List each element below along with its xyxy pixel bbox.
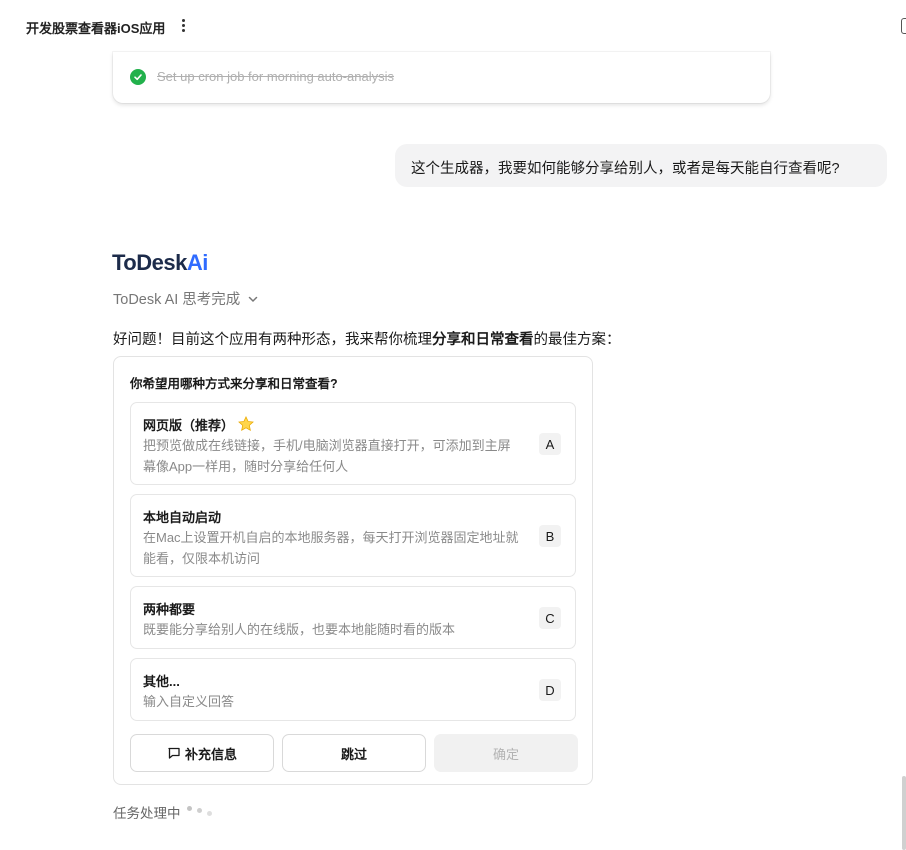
option-title: 其他... — [143, 674, 180, 689]
option-description: 既要能分享给别人的在线版，也要本地能随时看的版本 — [143, 622, 456, 637]
task-status: 任务处理中 — [113, 802, 217, 822]
confirm-button[interactable]: 确定 — [434, 734, 578, 772]
question-title: 你希望用哪种方式来分享和日常查看? — [130, 377, 338, 391]
brand-main-text: ToDesk — [112, 250, 187, 275]
check-circle-icon — [130, 69, 146, 85]
user-message-bubble: 这个生成器，我要如何能够分享给别人，或者是每天能自行查看呢? — [395, 144, 887, 187]
top-bar: 开发股票查看器iOS应用 — [0, 0, 906, 52]
assistant-brand-logo: ToDeskAi — [112, 250, 208, 276]
intro-bold: 分享和日常查看 — [432, 332, 534, 348]
option-letter-badge: D — [539, 679, 561, 701]
completed-task-card: Set up cron job for morning auto-analysi… — [113, 52, 770, 103]
option-d[interactable]: 其他... 输入自定义回答 D — [130, 658, 576, 721]
chat-bubble-icon — [168, 747, 180, 759]
loading-dots-icon — [186, 805, 217, 819]
option-b[interactable]: 本地自动启动 在Mac上设置开机自启的本地服务器，每天打开浏览器固定地址就能看，… — [130, 494, 576, 577]
more-options-icon[interactable] — [178, 18, 188, 34]
conversation-title: 开发股票查看器iOS应用 — [26, 21, 166, 36]
skip-button[interactable]: 跳过 — [282, 734, 426, 772]
chevron-down-icon — [249, 296, 258, 302]
completed-task-text: Set up cron job for morning auto-analysi… — [157, 69, 395, 84]
think-status-label: ToDesk AI 思考完成 — [113, 292, 241, 308]
supplement-info-button[interactable]: 补充信息 — [130, 734, 274, 772]
think-status-toggle[interactable]: ToDesk AI 思考完成 — [113, 288, 258, 309]
option-title: 本地自动启动 — [143, 510, 222, 525]
scrollbar[interactable] — [902, 776, 906, 850]
task-status-label: 任务处理中 — [113, 806, 181, 821]
app-window: 开发股票查看器iOS应用 Set up cron job for morning… — [0, 0, 906, 850]
option-description: 输入自定义回答 — [143, 694, 235, 709]
sidebar-toggle-icon[interactable] — [901, 18, 906, 34]
option-letter-badge: A — [539, 433, 561, 455]
option-letter-badge: B — [539, 525, 561, 547]
option-title: 网页版（推荐） — [143, 415, 255, 434]
intro-post: 的最佳方案： — [533, 332, 621, 348]
assistant-intro-text: 好问题！目前这个应用有两种形态，我来帮你梳理分享和日常查看的最佳方案： — [113, 328, 621, 349]
option-letter-badge: C — [539, 607, 561, 629]
supplement-label: 补充信息 — [184, 746, 237, 762]
star-icon — [238, 415, 254, 431]
option-a[interactable]: 网页版（推荐） 把预览做成在线链接，手机/电脑浏览器直接打开，可添加到主屏幕像A… — [130, 402, 576, 485]
option-title: 两种都要 — [143, 602, 196, 617]
brand-ai-text: Ai — [186, 250, 209, 275]
question-card: 你希望用哪种方式来分享和日常查看? 网页版（推荐） 把预览做成在线链接，手机/电… — [113, 356, 593, 785]
option-description: 把预览做成在线链接，手机/电脑浏览器直接打开，可添加到主屏幕像App一样用，随时… — [143, 438, 511, 474]
option-c[interactable]: 两种都要 既要能分享给别人的在线版，也要本地能随时看的版本 C — [130, 586, 576, 649]
option-description: 在Mac上设置开机自启的本地服务器，每天打开浏览器固定地址就能看，仅限本机访问 — [143, 530, 519, 566]
intro-pre: 好问题！目前这个应用有两种形态，我来帮你梳理 — [113, 332, 432, 348]
